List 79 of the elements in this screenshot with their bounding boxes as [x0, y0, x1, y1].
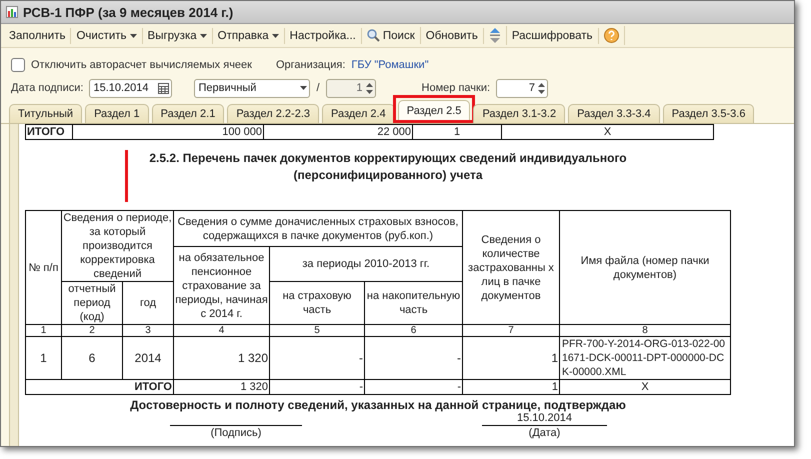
caret-icon — [200, 34, 207, 38]
caret-icon — [130, 34, 137, 38]
report-type-dropdown[interactable]: Первичный — [194, 78, 310, 98]
calendar-icon — [158, 82, 170, 94]
caret-icon — [272, 34, 279, 38]
organization-label: Организация: — [276, 59, 346, 71]
table-cell: X — [502, 124, 714, 140]
table-cell: 22 000 — [264, 124, 412, 140]
table-cell: 1 — [462, 336, 560, 380]
column-number: 6 — [364, 324, 462, 336]
up-down-arrows-icon — [488, 28, 501, 43]
header-cell: на обязательное пенсионное страхование за периоды, начиная с 2014 г. — [174, 246, 270, 324]
column-number: 3 — [122, 324, 174, 336]
spinner-icon — [538, 82, 546, 94]
caret-icon — [300, 86, 308, 90]
tab[interactable]: Раздел 2.5 — [398, 100, 470, 120]
toolbar-button[interactable]: Расшифровать — [506, 28, 599, 44]
header-cell: № п/п — [26, 210, 62, 324]
tab[interactable]: Раздел 2.2-2.3 — [227, 104, 319, 123]
table-cell: PFR-700-Y-2014-ORG-013-022-001671-DCK-00011-DPT-000000-DCK-00000.XML — [560, 336, 730, 380]
table-cell: - — [364, 336, 462, 380]
tab[interactable]: Раздел 1 — [85, 104, 149, 123]
column-number: 2 — [62, 324, 122, 336]
confirmation-text: Достоверность и полноту сведений, указанных на данной странице, подтверждаю — [129, 398, 627, 412]
column-number: 7 — [462, 324, 560, 336]
column-number: 4 — [174, 324, 270, 336]
spinner-icon — [366, 82, 373, 94]
tab[interactable]: Раздел 2.1 — [152, 104, 224, 123]
autocalc-checkbox[interactable] — [11, 58, 25, 72]
tab[interactable]: Раздел 3.5-3.6 — [662, 104, 754, 123]
pack-number-label: Номер пачки: — [422, 82, 490, 94]
toolbar-button[interactable]: Поиск — [362, 27, 421, 44]
search-icon — [366, 29, 380, 42]
date-caption: (Дата) — [528, 426, 562, 441]
total-label: ИТОГО — [26, 380, 174, 394]
report-chart-icon — [6, 6, 18, 18]
table-cell: 1 — [26, 336, 62, 380]
column-number: 1 — [26, 324, 62, 336]
marker-line — [125, 150, 128, 202]
pack-number-field[interactable]: 7 — [496, 78, 548, 98]
tab[interactable]: Титульный — [9, 104, 82, 123]
help-icon — [604, 28, 619, 43]
date-field[interactable]: 15.10.2014 — [89, 78, 172, 98]
header-cell: Сведения о сумме доначисленных страховых взносов, содержащихся в пачке документов (руб.коп.) — [174, 210, 462, 246]
signature-caption: (Подпись) — [210, 426, 262, 441]
table-cell: - — [364, 380, 462, 394]
section-title: 2.5.2. Перечень пачек документов корректирующих сведений индивидуального (персонифицированного) учета — [148, 150, 628, 184]
tab[interactable]: Раздел 3.1-3.2 — [473, 104, 566, 123]
tab[interactable]: Раздел 2.4 — [322, 104, 395, 123]
header-cell: отчетный период (код) — [62, 282, 122, 324]
checkbox-label: Отключить авторасчет вычисляемых ячеек — [31, 59, 252, 71]
toolbar-button[interactable]: Заполнить — [4, 28, 72, 44]
toolbar-button[interactable]: Обновить — [420, 28, 484, 44]
window-title: РСВ-1 ПФР (за 9 месяцев 2014 г.) — [23, 4, 234, 20]
table-cell: 1 320 — [174, 380, 270, 394]
table-cell: 1 — [462, 380, 560, 394]
header-cell: Сведения о количестве застрахованны х лиц в пачке документов — [462, 210, 560, 324]
tab[interactable]: Раздел 3.3-3.4 — [568, 104, 660, 123]
table-cell: - — [270, 336, 364, 380]
dropdown-button[interactable]: Выгрузка — [142, 28, 213, 44]
separator-text: / — [316, 82, 320, 94]
column-number: 5 — [270, 324, 364, 336]
table-cell: 1 320 — [174, 336, 270, 380]
date-value: 15.10.2014 — [482, 412, 607, 426]
table-cell: 6 — [62, 336, 122, 380]
header-cell: на страховую часть — [270, 282, 364, 324]
table-cell: 2014 — [122, 336, 174, 380]
table-cell: 100 000 — [72, 124, 264, 140]
header-cell: Имя файла (номер пачки документов) — [560, 210, 730, 324]
date-label: Дата подписи: — [11, 82, 84, 94]
table-cell: X — [560, 380, 730, 394]
table-cell: ИТОГО — [26, 124, 72, 140]
column-number: 8 — [560, 324, 730, 336]
dropdown-button[interactable]: Очистить — [71, 28, 143, 44]
dropdown-button[interactable]: Отправка — [212, 28, 285, 44]
table-cell: 1 — [412, 124, 502, 140]
toolbar-button[interactable]: Настройка... — [284, 28, 362, 44]
organization-link[interactable]: ГБУ "Ромашки" — [351, 59, 429, 71]
table-cell: - — [270, 380, 364, 394]
